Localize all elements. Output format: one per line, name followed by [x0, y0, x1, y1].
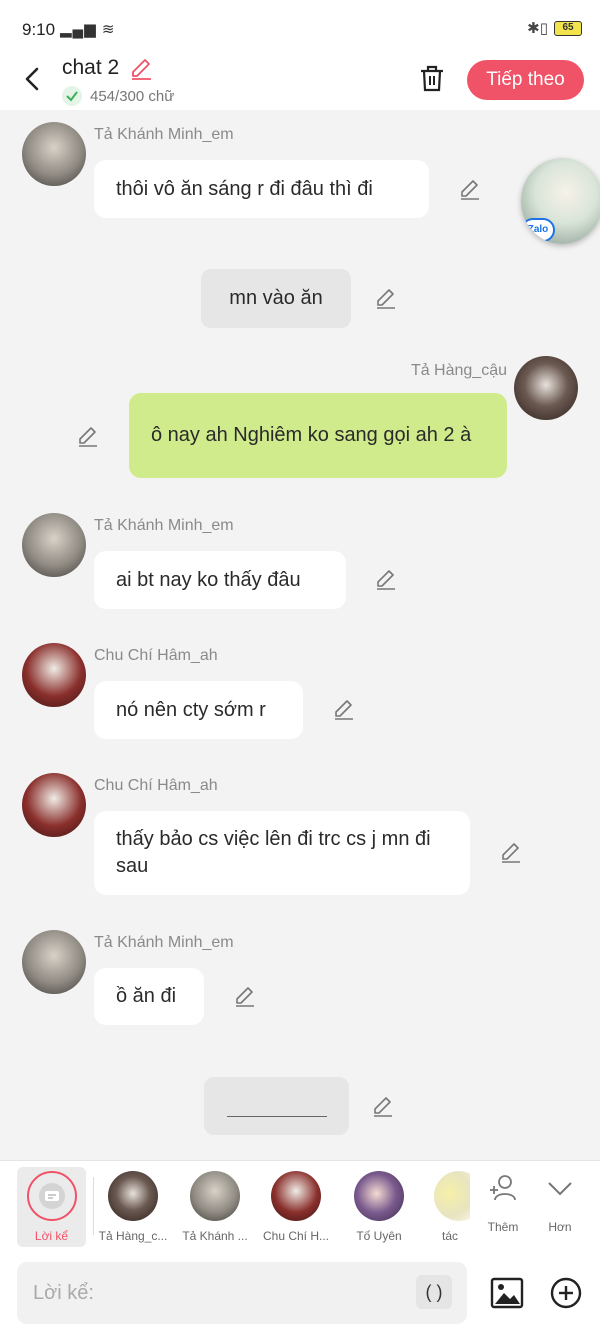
- sender-name: Tả Hàng_cậu: [410, 362, 507, 379]
- add-person-icon: [490, 1175, 516, 1201]
- edit-message-icon[interactable]: [371, 1094, 395, 1118]
- status-time: 9:10: [22, 20, 56, 39]
- trash-icon[interactable]: [416, 62, 448, 94]
- character-avatar: [434, 1171, 470, 1221]
- edit-message-icon[interactable]: [374, 567, 398, 591]
- avatar[interactable]: [22, 643, 86, 707]
- avatar[interactable]: [514, 356, 578, 420]
- edit-title-icon[interactable]: [128, 56, 154, 82]
- avatar[interactable]: [22, 930, 86, 994]
- check-icon: [62, 86, 82, 106]
- sender-name: Chu Chí Hâm_ah: [94, 777, 218, 794]
- message-bubble[interactable]: ai bt nay ko thấy đâu: [94, 551, 346, 609]
- character-item[interactable]: tác: [410, 1167, 470, 1247]
- narrator-label: Lời kể: [34, 1229, 69, 1243]
- message-bubble[interactable]: nó nên cty sớm r: [94, 681, 303, 739]
- add-character-button[interactable]: Thêm: [478, 1171, 528, 1234]
- character-label: tác: [441, 1229, 458, 1243]
- narrator-icon: [26, 1171, 77, 1221]
- input-bar: Lời kể: ( ): [0, 1252, 600, 1333]
- sender-name: Tả Khánh Minh_em: [94, 934, 234, 951]
- char-count: 454/300 chữ: [62, 86, 174, 106]
- character-item[interactable]: Chu Chí H...: [256, 1167, 336, 1247]
- edit-message-icon[interactable]: [233, 984, 257, 1008]
- battery-icon: 65: [554, 20, 582, 36]
- message-bubble[interactable]: ồ ăn đi: [94, 968, 204, 1025]
- more-label: Hơn: [548, 1220, 572, 1234]
- character-avatar: [271, 1171, 321, 1221]
- zalo-badge: Zalo: [521, 218, 555, 242]
- character-item[interactable]: Tố Uyên: [339, 1167, 419, 1247]
- message-input[interactable]: Lời kể:: [17, 1262, 467, 1324]
- sender-name: Tả Khánh Minh_em: [94, 126, 234, 143]
- next-button[interactable]: Tiếp theo: [467, 60, 584, 100]
- edit-message-icon[interactable]: [332, 697, 356, 721]
- add-character-label: Thêm: [487, 1220, 519, 1234]
- character-item[interactable]: Tả Hàng_c...: [93, 1167, 173, 1247]
- message-bubble[interactable]: thấy bảo cs việc lên đi trc cs j mn đi s…: [94, 811, 470, 895]
- chat-title: chat 2: [62, 56, 120, 79]
- signal-wifi-icon: ▂▄▆ ≋: [60, 21, 116, 38]
- edit-message-icon[interactable]: [76, 424, 100, 448]
- edit-message-icon[interactable]: [374, 286, 398, 310]
- edit-message-icon[interactable]: [458, 177, 482, 201]
- narration-bubble-empty[interactable]: [204, 1077, 349, 1135]
- zalo-floating-bubble[interactable]: Zalo: [521, 158, 600, 244]
- narration-bubble[interactable]: mn vào ăn: [201, 269, 351, 328]
- bluetooth-icon: ✱▯: [527, 20, 548, 37]
- sender-name: Tả Khánh Minh_em: [94, 517, 234, 534]
- character-item[interactable]: Tả Khánh ...: [175, 1167, 255, 1247]
- parenthesis-button[interactable]: ( ): [416, 1275, 452, 1309]
- more-button[interactable]: Hơn: [535, 1171, 585, 1234]
- character-label: Tả Khánh ...: [182, 1229, 248, 1243]
- narrator-selector[interactable]: Lời kể: [17, 1167, 86, 1247]
- character-label: Chu Chí H...: [262, 1229, 330, 1243]
- avatar[interactable]: [22, 513, 86, 577]
- chat-header: chat 2 454/300 chữ Tiếp theo: [0, 56, 600, 110]
- character-label: Tả Hàng_c...: [98, 1229, 168, 1243]
- back-icon[interactable]: [18, 64, 48, 94]
- message-bubble[interactable]: thôi vô ăn sáng r đi đâu thì đi: [94, 160, 429, 218]
- message-bubble[interactable]: ô nay ah Nghiêm ko sang gọi ah 2 à: [129, 393, 507, 478]
- status-bar: 9:10 ▂▄▆ ≋ ✱▯ 65: [0, 0, 600, 56]
- character-avatar: [190, 1171, 240, 1221]
- avatar[interactable]: [22, 773, 86, 837]
- chevron-down-icon: [548, 1182, 572, 1196]
- sender-name: Chu Chí Hâm_ah: [94, 647, 218, 664]
- character-avatar: [108, 1171, 158, 1221]
- blank-line: [226, 1115, 327, 1117]
- edit-message-icon[interactable]: [499, 840, 523, 864]
- add-icon[interactable]: [549, 1276, 583, 1310]
- character-label: Tố Uyên: [356, 1229, 402, 1243]
- char-count-text: 454/300 chữ: [90, 87, 175, 105]
- avatar[interactable]: [22, 122, 86, 186]
- character-bar: Lời kể Tả Hàng_c... Tả Khánh ... Chu Chí…: [0, 1160, 600, 1252]
- character-avatar: [354, 1171, 404, 1221]
- status-right: ✱▯ 65: [527, 19, 582, 37]
- image-icon[interactable]: [490, 1276, 524, 1310]
